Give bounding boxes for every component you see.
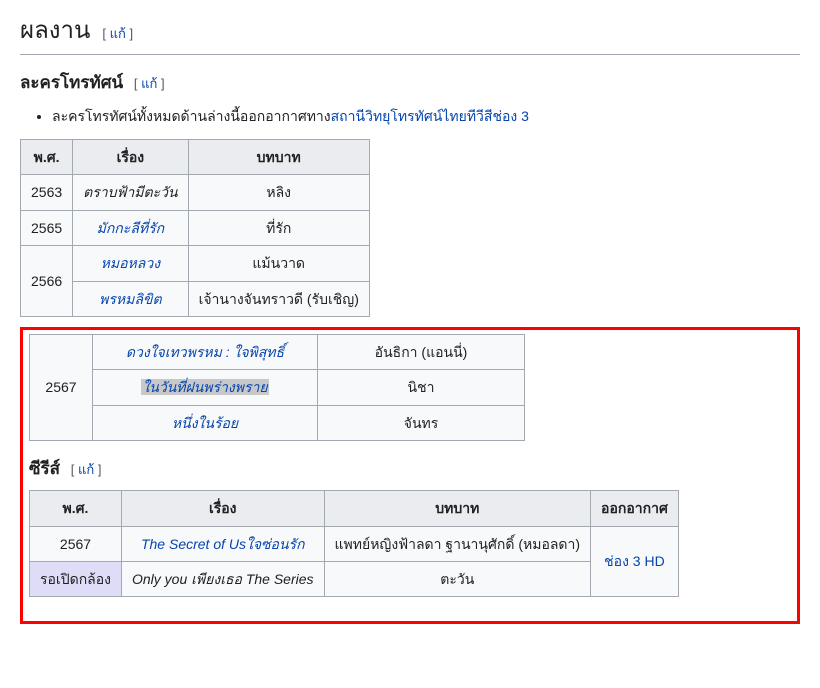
series-table: พ.ศ. เรื่อง บทบาท ออกอากาศ 2567 The Secr… — [29, 490, 679, 597]
col-role: บทบาท — [324, 491, 591, 526]
bracket-close: ] — [130, 26, 134, 41]
cell-title: มักกะลีที่รัก — [73, 210, 188, 245]
cell-role: แพทย์หญิงฟ้าลดา ฐานานุศักดิ์ (หมอลดา) — [324, 526, 591, 561]
edit-link[interactable]: แก้ — [78, 462, 94, 477]
cell-role: ที่รัก — [188, 210, 369, 245]
title-link[interactable]: มักกะลีที่รัก — [97, 220, 165, 236]
channel-link[interactable]: สถานีวิทยุโทรทัศน์ไทยทีวีสีช่อง 3 — [331, 108, 529, 124]
table-row: ในวันที่ฝนพร่างพราย นิชา — [30, 370, 525, 405]
cell-role: ตะวัน — [324, 562, 591, 597]
cell-title: พรหมลิขิต — [73, 281, 188, 316]
table-row: 2565 มักกะลีที่รัก ที่รัก — [21, 210, 370, 245]
title-link[interactable]: The Secret of Usใจซ่อนรัก — [141, 536, 305, 552]
title-text: ตราบฟ้ามีตะวัน — [83, 184, 177, 200]
table-row: 2563 ตราบฟ้ามีตะวัน หลิง — [21, 175, 370, 210]
col-title: เรื่อง — [122, 491, 325, 526]
cell-channel: ช่อง 3 HD — [591, 526, 679, 597]
title-link-highlighted[interactable]: ในวันที่ฝนพร่างพราย — [141, 379, 268, 395]
table-row: 2567 ดวงใจเทวพรหม : ใจพิสุทธิ์ อันธิกา (… — [30, 334, 525, 369]
col-role: บทบาท — [188, 139, 369, 174]
cell-year: 2566 — [21, 246, 73, 317]
bracket-close: ] — [98, 462, 102, 477]
section-heading-works: ผลงาน [ แก้ ] — [20, 12, 800, 55]
bracket-close: ] — [161, 76, 165, 91]
edit-link[interactable]: แก้ — [110, 26, 126, 41]
cell-year: 2567 — [30, 334, 93, 440]
heading-text: ละครโทรทัศน์ — [20, 73, 123, 92]
table-header-row: พ.ศ. เรื่อง บทบาท — [21, 139, 370, 174]
subsection-heading-tv: ละครโทรทัศน์ [ แก้ ] — [20, 69, 800, 96]
table-row: รอเปิดกล้อง Only you เพียงเธอ The Series… — [30, 562, 679, 597]
heading-text: ผลงาน — [20, 18, 90, 44]
channel-link[interactable]: ช่อง 3 HD — [604, 553, 665, 569]
col-title: เรื่อง — [73, 139, 188, 174]
title-link[interactable]: หนึ่งในร้อย — [172, 415, 238, 431]
cell-role: แม้นวาด — [188, 246, 369, 281]
table-row: พรหมลิขิต เจ้านางจันทราวดี (รับเชิญ) — [21, 281, 370, 316]
heading-text: ซีรีส์ — [29, 459, 60, 478]
cell-role: เจ้านางจันทราวดี (รับเชิญ) — [188, 281, 369, 316]
title-link[interactable]: พรหมลิขิต — [99, 291, 161, 307]
intro-item: ละครโทรทัศน์ทั้งหมดด้านล่างนี้ออกอากาศทา… — [52, 105, 800, 127]
cell-title: ดวงใจเทวพรหม : ใจพิสุทธิ์ — [93, 334, 318, 369]
cell-title: ในวันที่ฝนพร่างพราย — [93, 370, 318, 405]
col-year: พ.ศ. — [30, 491, 122, 526]
highlight-box: 2567 ดวงใจเทวพรหม : ใจพิสุทธิ์ อันธิกา (… — [20, 327, 800, 625]
intro-prefix: ละครโทรทัศน์ทั้งหมดด้านล่างนี้ออกอากาศทา… — [52, 108, 331, 124]
intro-list: ละครโทรทัศน์ทั้งหมดด้านล่างนี้ออกอากาศทา… — [20, 105, 800, 127]
edit-section: [ แก้ ] — [71, 462, 102, 477]
edit-section: [ แก้ ] — [134, 76, 165, 91]
cell-year-highlighted: รอเปิดกล้อง — [30, 562, 122, 597]
cell-title: ตราบฟ้ามีตะวัน — [73, 175, 188, 210]
table-row: 2567 The Secret of Usใจซ่อนรัก แพทย์หญิง… — [30, 526, 679, 561]
title-link[interactable]: ดวงใจเทวพรหม : ใจพิสุทธิ์ — [126, 344, 284, 360]
title-link[interactable]: หมอหลวง — [101, 255, 160, 271]
cell-role: นิชา — [318, 370, 525, 405]
edit-section: [ แก้ ] — [102, 26, 133, 41]
tv-table: พ.ศ. เรื่อง บทบาท 2563 ตราบฟ้ามีตะวัน หล… — [20, 139, 370, 317]
cell-year: 2563 — [21, 175, 73, 210]
cell-year: 2565 — [21, 210, 73, 245]
title-text: Only you เพียงเธอ The Series — [132, 571, 314, 587]
cell-title: Only you เพียงเธอ The Series — [122, 562, 325, 597]
cell-title: หนึ่งในร้อย — [93, 405, 318, 440]
cell-year: 2567 — [30, 526, 122, 561]
table-header-row: พ.ศ. เรื่อง บทบาท ออกอากาศ — [30, 491, 679, 526]
table-row: หนึ่งในร้อย จันทร — [30, 405, 525, 440]
col-channel: ออกอากาศ — [591, 491, 679, 526]
table-row: 2566 หมอหลวง แม้นวาด — [21, 246, 370, 281]
cell-role: จันทร — [318, 405, 525, 440]
bracket-open: [ — [71, 462, 75, 477]
tv-table-continued: 2567 ดวงใจเทวพรหม : ใจพิสุทธิ์ อันธิกา (… — [29, 334, 525, 441]
edit-link[interactable]: แก้ — [141, 76, 157, 91]
bracket-open: [ — [102, 26, 106, 41]
subsection-heading-series: ซีรีส์ [ แก้ ] — [29, 455, 791, 482]
cell-title: The Secret of Usใจซ่อนรัก — [122, 526, 325, 561]
bracket-open: [ — [134, 76, 138, 91]
cell-title: หมอหลวง — [73, 246, 188, 281]
cell-role: หลิง — [188, 175, 369, 210]
cell-role: อันธิกา (แอนนี่) — [318, 334, 525, 369]
col-year: พ.ศ. — [21, 139, 73, 174]
